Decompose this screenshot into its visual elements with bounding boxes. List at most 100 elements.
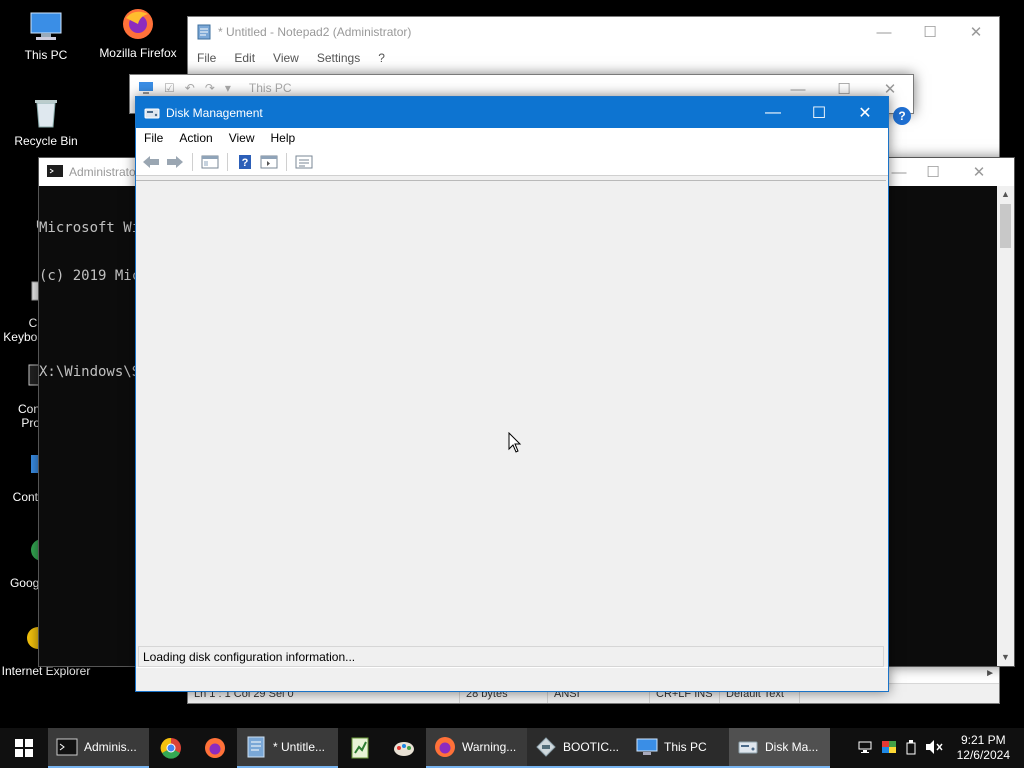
taskbar-item-label: Warning... [462,740,517,754]
taskbar: Adminis... * Untitle... Warning... BOOTI… [0,728,1024,768]
menu-file[interactable]: File [188,51,225,65]
menu-view[interactable]: View [264,51,308,65]
close-button[interactable]: ✕ [956,158,1002,186]
toolbar-separator [286,152,287,171]
toolbar-separator [192,152,193,171]
cmd-titlebar-right[interactable]: — ☐ ✕ [888,158,1014,186]
taskbar-item-notepad2[interactable]: * Untitle... [237,728,338,768]
admin-command-prompt-window[interactable]: Administrato Microsoft Wi (c) 2019 Mic X… [38,157,140,667]
maximize-button[interactable]: ☐ [910,158,956,186]
recycle-bin-icon [28,94,64,130]
help-icon[interactable]: ? [234,151,256,173]
svg-text:?: ? [242,157,249,169]
cmd-title: Administrato [69,165,136,179]
minimize-button[interactable]: — [888,158,910,186]
chrome-icon [160,737,182,759]
disk-management-title: Disk Management [166,105,263,120]
taskbar-item-spreadsheet[interactable] [338,728,382,768]
status-bar: Loading disk configuration information..… [138,646,884,667]
desktop-icon-label: Pro [21,416,40,430]
taskbar-item-label: This PC [664,740,707,754]
desktop-icon-label: Googl [9,576,42,590]
mouse-cursor-icon [508,432,522,453]
close-button[interactable]: ✕ [953,17,999,47]
maximize-button[interactable]: ☐ [796,98,842,128]
computer-icon [28,8,64,44]
taskbar-item-admin-cmd[interactable]: Adminis... [48,728,149,768]
desktop-icon-control-panel[interactable]: Contr [0,450,42,504]
status-text: Loading disk configuration information..… [143,649,356,664]
show-hide-action-pane-icon[interactable] [258,151,280,173]
cmd-line [39,316,140,332]
firefox-icon [434,736,456,758]
network-icon[interactable] [857,739,873,758]
scroll-right-arrow[interactable]: ► [985,668,995,679]
notepad-icon [245,736,267,758]
taskbar-item-this-pc[interactable]: This PC [628,728,729,768]
maximize-button[interactable]: ☐ [907,17,953,47]
desktop-icon-this-pc[interactable]: This PC [4,8,88,62]
taskbar-item-label: Disk Ma... [765,740,819,754]
menu-view[interactable]: View [221,131,263,145]
disk-management-titlebar[interactable]: Disk Management — ☐ ✕ [136,97,888,128]
forward-arrow-icon[interactable] [164,151,186,173]
help-icon[interactable]: ? [893,107,911,125]
speaker-muted-icon[interactable] [925,739,943,758]
display-icon[interactable] [881,739,897,758]
desktop-icon-label: Contr [12,490,42,504]
back-arrow-icon[interactable] [140,151,162,173]
admin-command-prompt-window-right[interactable]: — ☐ ✕ ▲ ▼ [887,157,1015,667]
bootice-icon [535,736,557,758]
close-button[interactable]: ✕ [842,98,888,128]
menu-settings[interactable]: Settings [308,51,369,65]
disk-management-toolbar: ? [136,148,888,176]
cmd-titlebar[interactable]: Administrato [39,158,137,186]
menu-edit[interactable]: Edit [225,51,264,65]
taskbar-item-firefox-warning[interactable]: Warning... [426,728,527,768]
desktop-icon-label: Mozilla Firefox [99,46,177,60]
notepad2-titlebar[interactable]: * Untitled - Notepad2 (Administrator) — … [188,17,999,47]
desktop-icon-recycle-bin[interactable]: Recycle Bin [4,94,88,148]
command-prompt-icon [56,736,78,758]
spreadsheet-icon [349,737,371,759]
computer-icon [636,736,658,758]
taskbar-item-bootice[interactable]: BOOTIC... [527,728,628,768]
minimize-button[interactable]: — [750,98,796,128]
cmd-output: Microsoft Wi (c) 2019 Mic X:\Windows\S [39,188,140,412]
toolbar-separator [227,152,228,171]
minimize-button[interactable]: — [861,17,907,47]
system-clock[interactable]: 9:21 PM 12/6/2024 [951,733,1016,763]
cmd-line: Microsoft Wi [39,220,141,236]
cmd-line: (c) 2019 Mic [39,268,141,284]
taskbar-item-paint[interactable] [382,728,426,768]
clock-time: 9:21 PM [960,733,1006,747]
disk-management-icon [737,736,759,758]
properties-icon[interactable] [293,151,315,173]
command-prompt-icon [47,164,63,180]
show-hide-console-tree-icon[interactable] [199,151,221,173]
scroll-down-arrow[interactable]: ▼ [997,649,1014,666]
start-button[interactable] [0,728,48,768]
taskbar-item-disk-management[interactable]: Disk Ma... [729,728,830,768]
taskbar-item-firefox[interactable] [193,728,237,768]
disk-management-content-area [136,180,886,645]
windows-logo-icon [15,739,33,757]
cmd-line: X:\Windows\S [39,364,141,380]
usb-drive-icon[interactable] [905,739,917,758]
scroll-thumb[interactable] [1000,204,1011,248]
desktop-icon-firefox[interactable]: Mozilla Firefox [96,6,180,60]
desktop-icon-command-prompt[interactable]: Con Pro [0,362,41,430]
menu-help[interactable]: ? [369,51,394,65]
desktop-icon-chrome[interactable]: Googl [0,536,53,590]
scroll-up-arrow[interactable]: ▲ [997,186,1014,203]
disk-management-window[interactable]: Disk Management — ☐ ✕ File Action View H… [135,96,889,692]
menu-file[interactable]: File [136,131,171,145]
notepad2-menubar: File Edit View Settings ? [188,47,999,69]
menu-help[interactable]: Help [263,131,304,145]
vertical-scrollbar[interactable]: ▲ ▼ [997,186,1014,666]
firefox-icon [204,737,226,759]
disk-management-icon [144,105,160,121]
paint-icon [393,737,415,759]
taskbar-item-chrome[interactable] [149,728,193,768]
menu-action[interactable]: Action [171,131,220,145]
